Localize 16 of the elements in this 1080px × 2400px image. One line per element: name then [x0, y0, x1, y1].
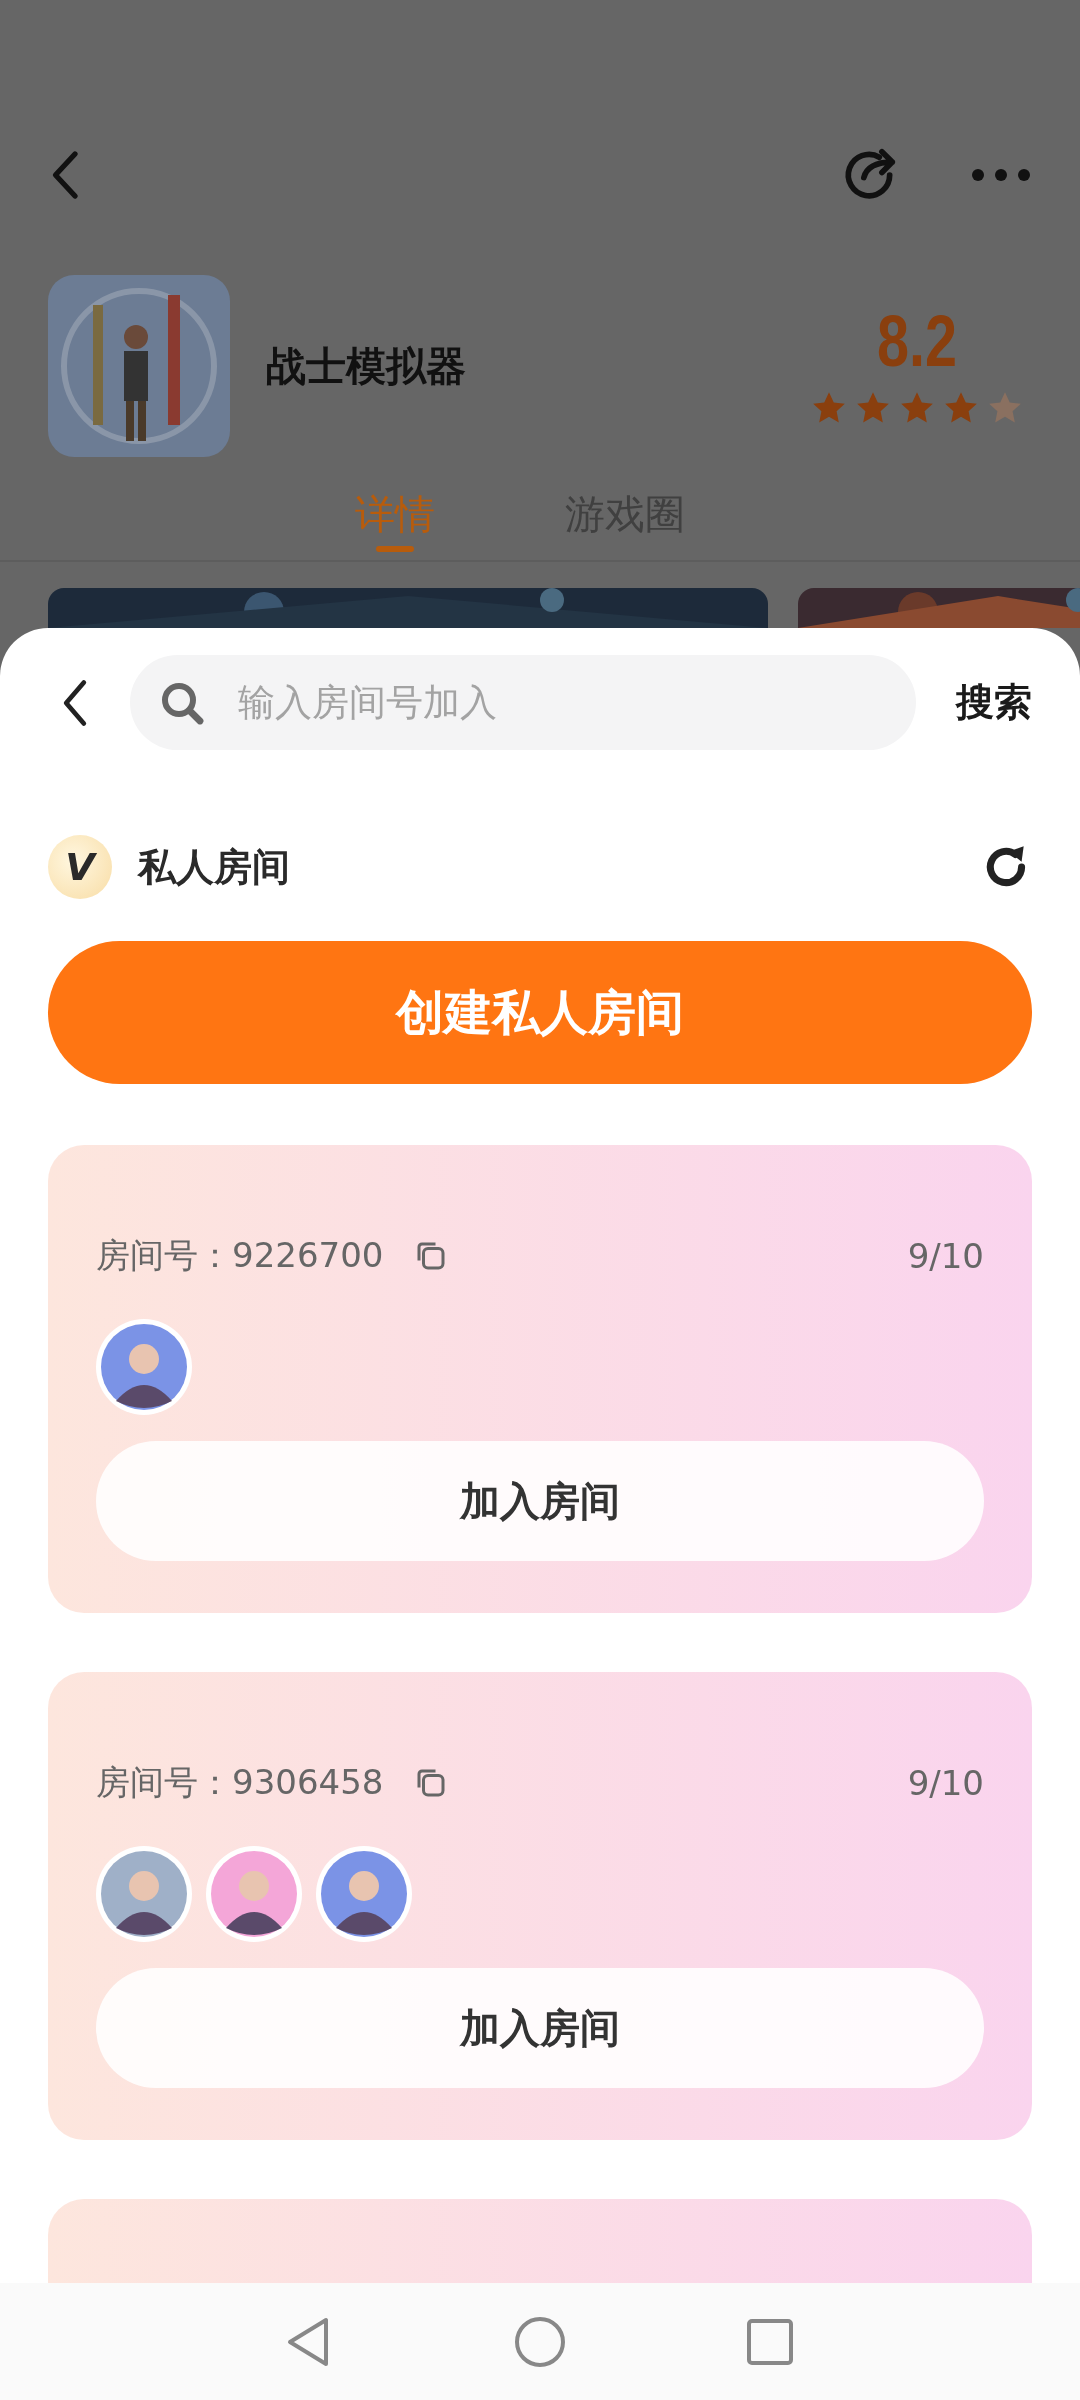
vip-badge: V	[48, 835, 112, 899]
member-count: 9/10	[907, 1236, 984, 1276]
member-count: 9/10	[907, 1763, 984, 1803]
game-title: 战士模拟器	[266, 341, 467, 391]
more-icon[interactable]	[970, 167, 1032, 183]
search-bar[interactable]: 输入房间号加入	[130, 655, 916, 750]
home-icon[interactable]	[514, 2315, 566, 2368]
search-button[interactable]: 搜索	[956, 677, 1032, 728]
rating-score: 8.2	[876, 305, 958, 377]
join-room-button[interactable]: 加入房间	[96, 1968, 984, 2088]
search-field[interactable]: 输入房间号加入	[236, 680, 888, 725]
recents-icon[interactable]	[746, 2317, 794, 2366]
section-title: 私人房间	[138, 843, 291, 891]
room-number: 房间号：9306458	[96, 1761, 384, 1804]
room-number: 房间号：9226700	[96, 1234, 384, 1277]
join-room-button[interactable]: 加入房间	[96, 1441, 984, 1561]
